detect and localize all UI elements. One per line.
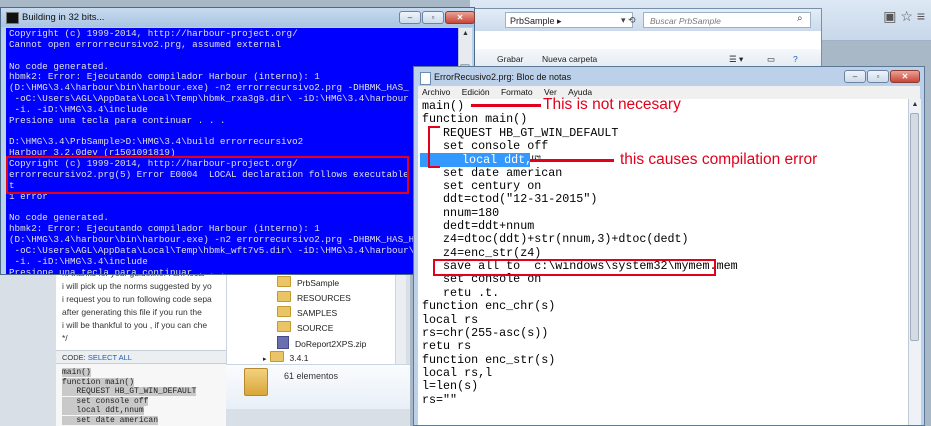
- code-label: CODE:: [62, 353, 86, 362]
- forum-code-block: main() function main() REQUEST HB_GT_WIN_…: [56, 364, 226, 426]
- forum-line: i will pick up the norms suggested by yo: [62, 281, 212, 291]
- folder-icon: [244, 368, 268, 396]
- menu-archivo[interactable]: Archivo: [422, 87, 450, 97]
- tree-item[interactable]: PrbSample: [277, 276, 339, 290]
- annotation-arrow-line: [471, 104, 541, 107]
- code-line: set console off: [62, 396, 149, 406]
- annotation-not-necessary: This is not necesary: [543, 96, 681, 113]
- forum-line: */: [62, 333, 68, 343]
- select-all-link[interactable]: SELECT ALL: [88, 353, 132, 362]
- console-output[interactable]: Copyright (c) 1999-2014, http://harbour-…: [6, 28, 458, 274]
- scroll-thumb[interactable]: [910, 113, 919, 341]
- code-line: main(): [62, 368, 91, 377]
- code-line: function main(): [62, 377, 135, 387]
- maximize-button[interactable]: ▫: [867, 70, 889, 83]
- notepad-window: ErrorRecusivo2.prg: Bloc de notas – ▫ ✕ …: [413, 66, 925, 426]
- annotation-arrow-line: [530, 159, 614, 162]
- folder-icon: [277, 306, 291, 317]
- code-line: set date american: [62, 415, 159, 425]
- close-button[interactable]: ✕: [445, 11, 475, 24]
- console-titlebar[interactable]: Building in 32 bits... – ▫ ✕: [1, 8, 475, 27]
- minimize-button[interactable]: –: [844, 70, 866, 83]
- maximize-button[interactable]: ▫: [422, 11, 444, 24]
- annotation-bracket: [428, 126, 440, 168]
- breadcrumb[interactable]: PrbSample ▸: [505, 12, 633, 28]
- error-highlight-box: [6, 156, 409, 194]
- code-line: REQUEST HB_GT_WIN_DEFAULT: [62, 387, 197, 396]
- scroll-up-icon[interactable]: ▲: [909, 99, 921, 111]
- forum-line: i request you to run following code sepa: [62, 294, 212, 304]
- close-button[interactable]: ✕: [890, 70, 920, 83]
- item-count: 61 elementos: [284, 371, 339, 381]
- notepad-scrollbar[interactable]: ▲: [908, 99, 921, 425]
- console-icon: [6, 12, 19, 24]
- tree-item[interactable]: DoReport2XPS.zip: [277, 336, 366, 350]
- scroll-up-icon[interactable]: ▲: [459, 28, 472, 40]
- folder-icon: [277, 321, 291, 332]
- folder-icon: [269, 351, 284, 362]
- notepad-text: main() function main() REQUEST HB_GT_WIN…: [422, 99, 738, 407]
- tree-item[interactable]: SAMPLES: [277, 306, 337, 320]
- code-header: CODE: SELECT ALL: [56, 350, 226, 364]
- expand-arrow-icon[interactable]: ▸: [263, 356, 267, 363]
- annotation-box-save: [433, 259, 716, 276]
- menu-edicion[interactable]: Edición: [462, 87, 490, 97]
- notepad-title: ErrorRecusivo2.prg: Bloc de notas: [434, 72, 572, 82]
- folder-icon: [277, 291, 291, 302]
- console-title: Building in 32 bits...: [22, 12, 105, 23]
- browser-toolbar-icons[interactable]: ▣ ☆ ≡: [883, 8, 925, 25]
- forum-line: i will be thankful to you , if you can c…: [62, 320, 208, 330]
- tree-item[interactable]: SOURCE: [277, 321, 333, 335]
- refresh-icon[interactable]: ▾ ⟲: [621, 12, 645, 28]
- tree-item[interactable]: RESOURCES: [277, 291, 351, 305]
- code-line: local ddt,nnum: [62, 406, 144, 415]
- minimize-button[interactable]: –: [399, 11, 421, 24]
- forum-line: after generating this file if you run th…: [62, 307, 202, 317]
- tree-item[interactable]: ▸ 3.4.1: [263, 351, 308, 365]
- folder-icon: [277, 276, 291, 287]
- search-input[interactable]: Buscar PrbSample: [643, 12, 811, 28]
- explorer-address-bar: PrbSample ▸ ▾ ⟲ Buscar PrbSample ⌕: [471, 9, 821, 31]
- notepad-icon: [420, 72, 431, 85]
- search-icon[interactable]: ⌕: [797, 13, 803, 24]
- console-window: Building in 32 bits... – ▫ ✕ Copyright (…: [0, 7, 475, 275]
- annotation-compilation-error: this causes compilation error: [620, 151, 818, 168]
- zip-file-icon: [277, 336, 289, 349]
- console-text: Copyright (c) 1999-2014, http://harbour-…: [9, 28, 415, 274]
- menu-formato[interactable]: Formato: [501, 87, 533, 97]
- tree-scrollbar[interactable]: [395, 272, 406, 369]
